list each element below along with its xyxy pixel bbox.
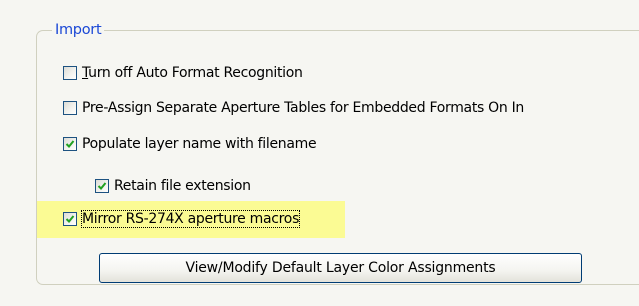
checkbox-mirror-rs274x[interactable] — [63, 212, 77, 226]
option-pre-assign-aperture[interactable]: Pre-Assign Separate Aperture Tables for … — [63, 98, 524, 118]
option-label-mirror-rs274x: Mirror RS-274X aperture macros — [80, 210, 301, 228]
check-mark-icon — [65, 215, 75, 223]
import-group-legend: Import — [52, 22, 105, 38]
option-label-populate-layer-name: Populate layer name with filename — [82, 136, 317, 152]
dialog-page: Import Turn off Auto Format Recognition … — [0, 0, 639, 306]
checkbox-turn-off-auto-format[interactable] — [63, 66, 77, 80]
option-label-pre-assign-aperture: Pre-Assign Separate Aperture Tables for … — [82, 100, 525, 116]
checkbox-pre-assign-aperture[interactable] — [63, 101, 77, 115]
option-label-retain-file-extension: Retain file extension — [114, 178, 251, 194]
checkbox-retain-file-extension[interactable] — [95, 179, 109, 193]
option-retain-file-extension[interactable]: Retain file extension — [95, 176, 251, 196]
checkbox-populate-layer-name[interactable] — [63, 137, 77, 151]
check-mark-icon — [97, 182, 107, 190]
view-modify-layer-colors-button[interactable]: View/Modify Default Layer Color Assignme… — [99, 253, 582, 283]
option-mirror-rs274x[interactable]: Mirror RS-274X aperture macros — [63, 209, 301, 229]
option-label-turn-off-auto-format: Turn off Auto Format Recognition — [82, 65, 303, 81]
option-turn-off-auto-format[interactable]: Turn off Auto Format Recognition — [63, 63, 303, 83]
check-mark-icon — [65, 140, 75, 148]
option-populate-layer-name[interactable]: Populate layer name with filename — [63, 134, 317, 154]
